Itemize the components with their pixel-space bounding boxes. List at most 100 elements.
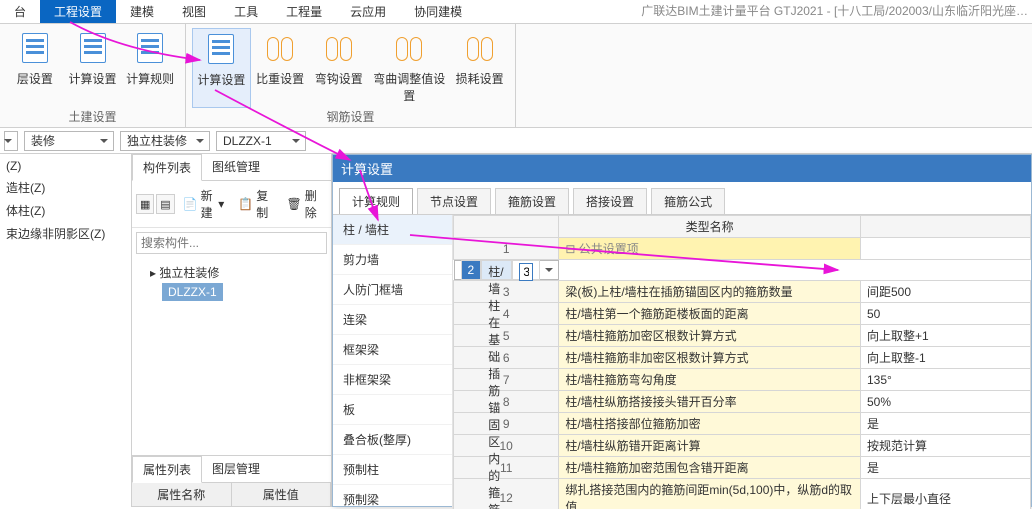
grid-row[interactable]: 2 柱/墙柱在基础插筋锚固区内的箍筋数量: [454, 260, 559, 280]
category-item[interactable]: 预制柱: [333, 455, 452, 485]
category-item[interactable]: 板: [333, 395, 452, 425]
row-value-cell[interactable]: 50%: [861, 391, 1031, 413]
category-item[interactable]: 非框架梁: [333, 365, 452, 395]
selector-category[interactable]: 装修: [24, 131, 114, 151]
ribbon-layer-settings[interactable]: 层设置: [6, 28, 64, 108]
tab-hoop-formula[interactable]: 箍筋公式: [651, 188, 725, 214]
component-search-input[interactable]: [136, 232, 327, 254]
tab-property-list[interactable]: 属性列表: [132, 456, 202, 483]
row-value-cell[interactable]: 135°: [861, 369, 1031, 391]
tree-leaf-selected[interactable]: DLZZX-1: [162, 283, 223, 301]
category-item[interactable]: 预制梁: [333, 485, 452, 509]
category-item[interactable]: 连梁: [333, 305, 452, 335]
ribbon-bend-settings[interactable]: 弯钩设置: [309, 28, 368, 108]
menu-tab-view[interactable]: 视图: [168, 0, 220, 23]
category-item[interactable]: 剪力墙: [333, 245, 452, 275]
selector-component[interactable]: DLZZX-1: [216, 131, 306, 151]
calc-icon: [77, 32, 109, 64]
tab-node-set[interactable]: 节点设置: [417, 188, 491, 214]
ribbon-bend-adjust-settings[interactable]: 弯曲调整值设置: [368, 28, 450, 108]
toolbar-icon-2[interactable]: ▤: [156, 194, 174, 214]
selector-level[interactable]: [4, 131, 18, 151]
ribbon-label: 比重设置: [256, 70, 304, 87]
tree-item[interactable]: 束边缘非阴影区(Z): [4, 222, 127, 245]
ribbon-calc-settings-rebar[interactable]: 计算设置: [192, 28, 251, 108]
ribbon-calc-settings-civil[interactable]: 计算设置: [64, 28, 122, 108]
row-value-cell[interactable]: [861, 238, 1031, 260]
selector-subcategory[interactable]: 独立柱装修: [120, 131, 210, 151]
menu-tab-cloud[interactable]: 云应用: [336, 0, 400, 23]
tree-item[interactable]: 体柱(Z): [4, 199, 127, 222]
row-name: 柱/墙柱纵筋搭接接头错开百分率: [559, 391, 861, 413]
grid-row[interactable]: 1⊟ 公共设置项: [454, 238, 1031, 260]
grid-row[interactable]: 12 绑扎搭接范围内的箍筋间距min(5d,100)中，纵筋d的取值上下层最小直…: [454, 479, 1031, 509]
row-value-input[interactable]: [519, 263, 533, 281]
property-panel: 属性列表 图层管理 属性名称 属性值: [132, 455, 331, 507]
menu-tab-tools[interactable]: 工具: [220, 0, 272, 23]
grid-row[interactable]: 9 柱/墙柱搭接部位箍筋加密是: [454, 413, 1031, 435]
row-number: 11: [454, 457, 559, 479]
row-number: 8: [454, 391, 559, 413]
ribbon-label: 损耗设置: [456, 70, 504, 87]
tree-node[interactable]: ▸ 独立柱装修: [138, 262, 325, 283]
row-value-cell[interactable]: 上下层最小直径: [861, 479, 1031, 509]
row-value-cell[interactable]: 50: [861, 303, 1031, 325]
ribbon-label: 计算设置: [69, 70, 117, 87]
row-value-cell[interactable]: 是: [861, 413, 1031, 435]
new-button[interactable]: 📄 新建 ▾: [177, 184, 231, 224]
category-item[interactable]: 人防门框墙: [333, 275, 452, 305]
tab-lap-set[interactable]: 搭接设置: [573, 188, 647, 214]
dialog-tabs: 计算规则 节点设置 箍筋设置 搭接设置 箍筋公式: [333, 182, 1031, 214]
category-item[interactable]: 框架梁: [333, 335, 452, 365]
tab-layer-manage[interactable]: 图层管理: [202, 456, 270, 482]
menu-tab-quantity[interactable]: 工程量: [272, 0, 336, 23]
grid-row[interactable]: 7 柱/墙柱箍筋弯勾角度135°: [454, 369, 1031, 391]
grid-row[interactable]: 8 柱/墙柱纵筋搭接接头错开百分率50%: [454, 391, 1031, 413]
ribbon-weight-settings[interactable]: 比重设置: [251, 28, 310, 108]
grid-row[interactable]: 4 柱/墙柱第一个箍筋距楼板面的距离50: [454, 303, 1031, 325]
copy-button-label: 复制: [256, 187, 272, 221]
grid-row[interactable]: 11 柱/墙柱箍筋加密范围包含错开距离是: [454, 457, 1031, 479]
tab-hoop-set[interactable]: 箍筋设置: [495, 188, 569, 214]
copy-button[interactable]: 📋 复制: [232, 184, 278, 224]
row-name: ⊟ 公共设置项: [559, 238, 861, 260]
grid-row[interactable]: 6 柱/墙柱箍筋非加密区根数计算方式向上取整-1: [454, 347, 1031, 369]
tab-component-list[interactable]: 构件列表: [132, 154, 202, 181]
menu-tab-stage[interactable]: 台: [0, 0, 40, 23]
menu-tab-modeling[interactable]: 建模: [116, 0, 168, 23]
component-toolbar: ▦ ▤ 📄 新建 ▾ 📋 复制 🗑 删除: [132, 181, 331, 228]
row-name: 柱/墙柱箍筋非加密区根数计算方式: [559, 347, 861, 369]
row-name: 柱/墙柱箍筋加密范围包含错开距离: [559, 457, 861, 479]
row-number: 3: [454, 281, 559, 303]
tab-calc-rule[interactable]: 计算规则: [339, 188, 413, 214]
row-value-cell[interactable]: 是: [861, 457, 1031, 479]
grid-corner: [454, 216, 559, 238]
grid-row[interactable]: 3 梁(板)上柱/墙柱在插筋锚固区内的箍筋数量间距500: [454, 281, 1031, 303]
category-list: 柱 / 墙柱剪力墙人防门框墙连梁框架梁非框架梁板叠合板(整厚)预制柱预制梁: [333, 215, 453, 509]
grid-row[interactable]: 5 柱/墙柱箍筋加密区根数计算方式向上取整+1: [454, 325, 1031, 347]
tree-item[interactable]: (Z): [4, 156, 127, 176]
row-number: 9: [454, 413, 559, 435]
category-item[interactable]: 柱 / 墙柱: [333, 215, 452, 245]
ribbon-loss-settings[interactable]: 损耗设置: [450, 28, 509, 108]
row-value-cell[interactable]: 向上取整-1: [861, 347, 1031, 369]
toolbar-icon-1[interactable]: ▦: [136, 194, 154, 214]
grid-row[interactable]: 10 柱/墙柱纵筋错开距离计算按规范计算: [454, 435, 1031, 457]
row-value-cell[interactable]: [512, 260, 540, 280]
row-number: 10: [454, 435, 559, 457]
menu-tab-collab[interactable]: 协同建模: [400, 0, 476, 23]
menu-tab-project-settings[interactable]: 工程设置: [40, 0, 116, 23]
tab-drawing-manage[interactable]: 图纸管理: [202, 154, 270, 180]
delete-button[interactable]: 🗑 删除: [281, 184, 327, 224]
grid-header-name: 类型名称: [559, 216, 861, 238]
category-item[interactable]: 叠合板(整厚): [333, 425, 452, 455]
calc-settings-dialog: 计算设置 计算规则 节点设置 箍筋设置 搭接设置 箍筋公式 柱 / 墙柱剪力墙人…: [332, 154, 1032, 507]
delete-button-label: 删除: [305, 187, 321, 221]
tree-item[interactable]: 造柱(Z): [4, 176, 127, 199]
row-value-cell[interactable]: 间距500: [861, 281, 1031, 303]
ribbon-calc-rules[interactable]: 计算规则: [121, 28, 179, 108]
row-name: 柱/墙柱在基础插筋锚固区内的箍筋数量: [481, 260, 512, 280]
ribbon-label: 计算规则: [126, 70, 174, 87]
row-value-cell[interactable]: 按规范计算: [861, 435, 1031, 457]
row-value-cell[interactable]: 向上取整+1: [861, 325, 1031, 347]
